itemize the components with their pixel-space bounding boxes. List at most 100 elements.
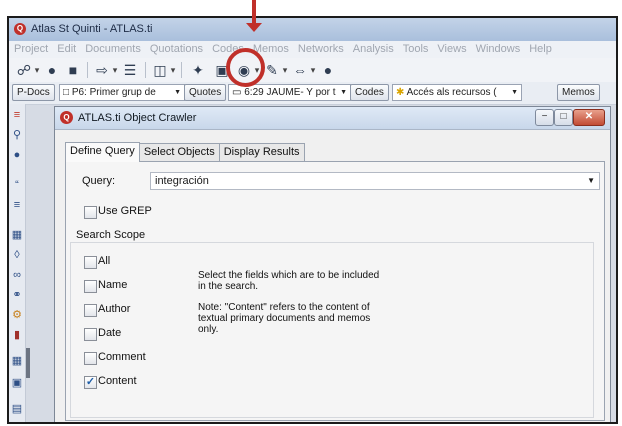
chevron-down-icon: ▼ [174,89,181,96]
scope-content-label: Content [98,375,137,387]
main-toolbar: ☍ ▾ ● ■ ⇨ ▾ ☰ ◫ ▾ ✦ ▣ ◉ ▾ ✎ ▾ ⇔ ▾ ● [9,58,616,83]
menu-project[interactable]: Project [9,41,52,55]
dialog-tabs: Define Query Select Objects Display Resu… [65,142,305,162]
menu-documents[interactable]: Documents [80,41,145,55]
chain-icon[interactable]: ⚭ [10,288,24,302]
comment-icon[interactable]: ● [10,148,24,162]
list-icon[interactable]: ≡ [10,198,24,212]
quote-icon: ▭ [232,87,245,98]
maximize-icon[interactable]: □ [554,109,573,126]
toolbar-separator [145,62,146,78]
link-icon[interactable]: ∞ [10,268,24,282]
menu-windows[interactable]: Windows [471,41,525,55]
code-value: Accés als recursos ( [406,87,497,98]
menu-quotations[interactable]: Quotations [145,41,207,55]
scope-comment-checkbox[interactable] [84,352,97,365]
add-document-icon[interactable]: ⇨ [93,61,111,79]
dialog-title-bar: Q ATLAS.ti Object Crawler − □ ✕ [55,107,610,130]
bomb-icon[interactable]: ● [319,61,337,79]
gear-icon[interactable]: ⚙ [10,308,24,322]
code-star-icon: ✱ [396,87,407,98]
help-text-note: Note: "Content" refers to the content of… [198,302,371,335]
memos-button[interactable]: Memos [557,84,600,101]
dropdown-arrow-icon[interactable]: ▾ [111,61,119,79]
tab-define-query[interactable]: Define Query [65,142,140,162]
splitter-handle[interactable] [26,348,30,378]
menu-help[interactable]: Help [524,41,556,55]
speech-bubble-icon[interactable]: ● [43,61,61,79]
quotes-button[interactable]: Quotes [184,84,227,101]
toolbar-separator [181,62,182,78]
document-icon: □ [63,87,72,98]
codes-button[interactable]: Codes [350,84,389,101]
document-bar: P-Docs □ P6: Primer grup de ▼ Quotes ▭ 6… [9,82,616,105]
code-tool-icon[interactable]: ✦ [189,61,207,79]
define-query-panel: Query: integración ▼ Use GREP Search Sco… [65,161,605,421]
chevron-down-icon: ▼ [511,89,518,96]
menu-views[interactable]: Views [432,41,470,55]
chevron-down-icon: ▼ [340,89,347,96]
menu-tools[interactable]: Tools [398,41,433,55]
object-crawler-dialog: Q ATLAS.ti Object Crawler − □ ✕ Define Q… [54,106,611,422]
pdoc-value: P6: Primer grup de [71,87,156,98]
menu-networks[interactable]: Networks [293,41,348,55]
query-label: Query: [82,175,116,187]
dropdown-arrow-icon[interactable]: ▾ [33,61,41,79]
menu-analysis[interactable]: Analysis [348,41,398,55]
atlas-app-icon: Q [14,23,26,35]
tab-select-objects[interactable]: Select Objects [138,143,220,161]
scope-all-checkbox[interactable] [84,256,97,269]
dropdown-arrow-icon[interactable]: ▾ [309,61,317,79]
scope-content-checkbox[interactable]: ✓ [84,376,97,389]
counter-icon[interactable]: ▦ [10,354,24,368]
dialog-title: ATLAS.ti Object Crawler [78,112,197,124]
use-grep-label: Use GREP [98,205,152,217]
scope-all-label: All [98,255,111,267]
help-text-fields: Select the fields which are to be includ… [198,270,380,292]
new-project-icon[interactable]: ☍ [15,61,33,79]
scope-author-label: Author [98,303,131,315]
application-window: Q Atlas St Quinti - ATLAS.ti Project Edi… [7,16,618,424]
quote-value: 6:29 JAUME- Y por t [244,87,336,98]
scope-name-checkbox[interactable] [84,280,97,293]
highlighter-icon[interactable]: ▮ [10,328,24,342]
open-folder-icon[interactable]: ◫ [151,61,169,79]
search-icon[interactable]: ⚲ [10,128,24,142]
pdoc-selector[interactable]: □ P6: Primer grup de ▼ [59,84,185,101]
pen-icon[interactable]: ✎ [263,61,281,79]
close-icon[interactable]: ✕ [573,109,605,126]
check-mark-icon: ✓ [85,376,96,388]
pdocs-button[interactable]: P-Docs [12,84,55,101]
toolbar-separator [87,62,88,78]
tab-display-results[interactable]: Display Results [218,143,305,161]
use-grep-checkbox[interactable] [84,206,97,219]
minimize-icon[interactable]: − [535,109,554,126]
dropdown-arrow-icon[interactable]: ▾ [281,61,289,79]
title-bar: Q Atlas St Quinti - ATLAS.ti [9,18,616,41]
grid-icon[interactable]: ▦ [10,228,24,242]
quote-marks-icon[interactable]: “ [10,178,24,192]
scope-author-checkbox[interactable] [84,304,97,317]
scope-name-label: Name [98,279,128,291]
code-browser-icon[interactable]: ▣ [10,376,24,390]
scope-date-checkbox[interactable] [84,328,97,341]
scope-date-label: Date [98,327,122,339]
dropdown-arrow-icon[interactable]: ▾ [169,61,177,79]
query-value: integración [155,175,209,187]
annotation-arrow-head-icon [246,23,262,32]
window-title: Atlas St Quinti - ATLAS.ti [31,23,153,35]
scope-comment-label: Comment [98,351,146,363]
save-icon[interactable]: ■ [64,61,82,79]
navigate-icon[interactable]: ⇔ [291,61,309,79]
atlas-dialog-icon: Q [60,111,73,124]
query-input[interactable]: integración ▼ [150,172,600,190]
binoculars-icon[interactable]: ☰ [121,61,139,79]
code-selector[interactable]: ✱ Accés als recursos ( ▼ [392,84,522,101]
menu-edit[interactable]: Edit [52,41,80,55]
chevron-down-icon[interactable]: ▼ [587,173,595,189]
bottom-tool-icon[interactable]: ▤ [10,402,24,416]
annotation-highlight-circle-icon [226,48,265,87]
margin-area-icon[interactable]: ≡ [10,108,24,122]
search-scope-label: Search Scope [76,229,146,241]
network-tool-icon[interactable]: ◊ [10,248,24,262]
